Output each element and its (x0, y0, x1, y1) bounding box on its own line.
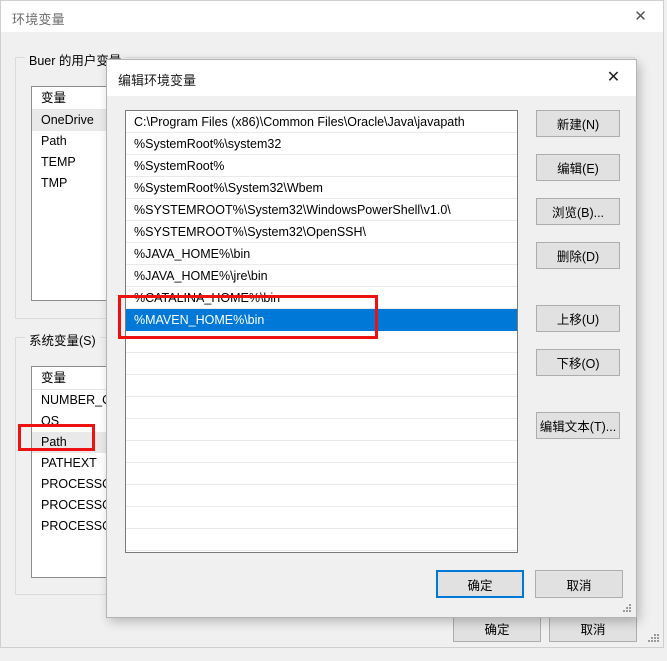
close-icon[interactable]: ✕ (591, 60, 636, 95)
modal-title-bar: 编辑环境变量 ✕ (107, 60, 636, 96)
modal-ok-button[interactable]: 确定 (436, 570, 524, 598)
path-row-empty[interactable] (126, 331, 517, 353)
move-up-button[interactable]: 上移(U) (536, 305, 620, 332)
new-button[interactable]: 新建(N) (536, 110, 620, 137)
path-row[interactable]: %SystemRoot% (126, 155, 517, 177)
path-row-empty[interactable] (126, 397, 517, 419)
parent-title-bar: 环境变量 ✕ (1, 1, 663, 32)
path-row[interactable]: %SystemRoot%\System32\Wbem (126, 177, 517, 199)
path-row-empty[interactable] (126, 441, 517, 463)
path-row[interactable]: %CATALINA_HOME%\bin (126, 287, 517, 309)
path-row[interactable]: %SYSTEMROOT%\System32\WindowsPowerShell\… (126, 199, 517, 221)
resize-grip-icon[interactable] (621, 602, 633, 614)
path-row[interactable]: %JAVA_HOME%\jre\bin (126, 265, 517, 287)
parent-window-title: 环境变量 (12, 12, 65, 27)
move-down-button[interactable]: 下移(O) (536, 349, 620, 376)
edit-button[interactable]: 编辑(E) (536, 154, 620, 181)
parent-cancel-button[interactable]: 取消 (549, 615, 637, 642)
path-row[interactable]: C:\Program Files (x86)\Common Files\Orac… (126, 111, 517, 133)
path-row-empty[interactable] (126, 353, 517, 375)
parent-ok-button[interactable]: 确定 (453, 615, 541, 642)
delete-button[interactable]: 删除(D) (536, 242, 620, 269)
edit-environment-variable-dialog: 编辑环境变量 ✕ C:\Program Files (x86)\Common F… (106, 59, 637, 618)
close-icon[interactable]: ✕ (618, 1, 663, 31)
path-row-selected[interactable]: %MAVEN_HOME%\bin (126, 309, 517, 331)
modal-title: 编辑环境变量 (118, 73, 197, 88)
path-row-empty[interactable] (126, 419, 517, 441)
path-row-empty[interactable] (126, 463, 517, 485)
path-row-empty[interactable] (126, 529, 517, 551)
system-variables-label: 系统变量(S) (25, 330, 100, 349)
path-row-empty[interactable] (126, 375, 517, 397)
browse-button[interactable]: 浏览(B)... (536, 198, 620, 225)
path-row[interactable]: %SystemRoot%\system32 (126, 133, 517, 155)
path-row-empty[interactable] (126, 485, 517, 507)
modal-cancel-button[interactable]: 取消 (535, 570, 623, 598)
resize-grip-icon[interactable] (646, 631, 660, 645)
path-entries-list[interactable]: C:\Program Files (x86)\Common Files\Orac… (125, 110, 518, 553)
path-row[interactable]: %JAVA_HOME%\bin (126, 243, 517, 265)
edit-text-button[interactable]: 编辑文本(T)... (536, 412, 620, 439)
path-row[interactable]: %SYSTEMROOT%\System32\OpenSSH\ (126, 221, 517, 243)
path-row-empty[interactable] (126, 507, 517, 529)
